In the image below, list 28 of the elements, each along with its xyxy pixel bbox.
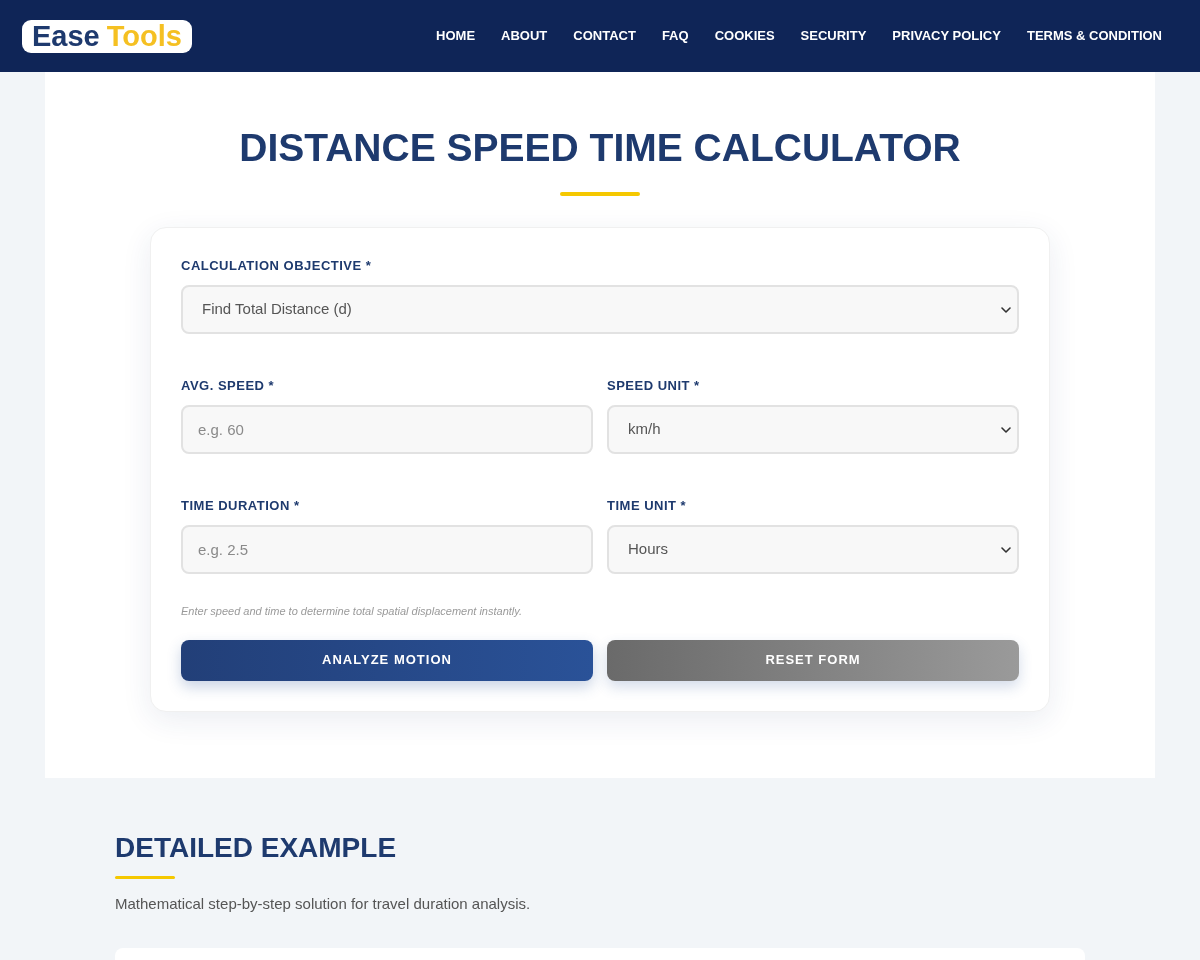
- chevron-down-icon: [1001, 306, 1011, 313]
- section-title: DETAILED EXAMPLE: [115, 831, 398, 865]
- nav-link[interactable]: ABOUT: [501, 26, 548, 46]
- nav-link[interactable]: SECURITY: [800, 26, 867, 46]
- dropdown-select[interactable]: km/h: [607, 405, 1019, 454]
- dropdown-select[interactable]: Hours: [607, 525, 1019, 574]
- nav-link[interactable]: HOME: [436, 26, 476, 46]
- analyze-button[interactable]: ANALYZE MOTION: [181, 639, 593, 681]
- section-description: Mathematical step-by-step solution for travel duration analysis.: [115, 894, 532, 914]
- field-label: SPEED UNIT *: [607, 378, 700, 394]
- nav-link[interactable]: FAQ: [661, 26, 689, 46]
- nav-link[interactable]: PRIVACY POLICY: [892, 26, 1001, 46]
- dropdown-select[interactable]: Find Total Distance (d): [181, 285, 1019, 334]
- nav-link[interactable]: TERMS & CONDITION: [1026, 26, 1162, 46]
- chevron-down-icon: [1001, 546, 1011, 553]
- hint-text: Enter speed and time to determine total spatial displacement instantly.: [181, 604, 523, 619]
- reset-button[interactable]: RESET FORM: [607, 639, 1019, 681]
- nav-link[interactable]: CONTACT: [573, 26, 636, 46]
- field-label: TIME DURATION *: [181, 498, 300, 514]
- field-label: CALCULATION OBJECTIVE *: [181, 258, 372, 274]
- field-label: TIME UNIT *: [607, 498, 687, 514]
- input-field[interactable]: e.g. 60: [181, 405, 593, 454]
- field-label: AVG. SPEED *: [181, 378, 275, 394]
- page-title: DISTANCE SPEED TIME CALCULATOR: [239, 125, 961, 171]
- nav-link[interactable]: COOKIES: [714, 26, 775, 46]
- input-field[interactable]: e.g. 2.5: [181, 525, 593, 574]
- chevron-down-icon: [1001, 426, 1011, 433]
- logo[interactable]: Ease Tools: [22, 19, 192, 53]
